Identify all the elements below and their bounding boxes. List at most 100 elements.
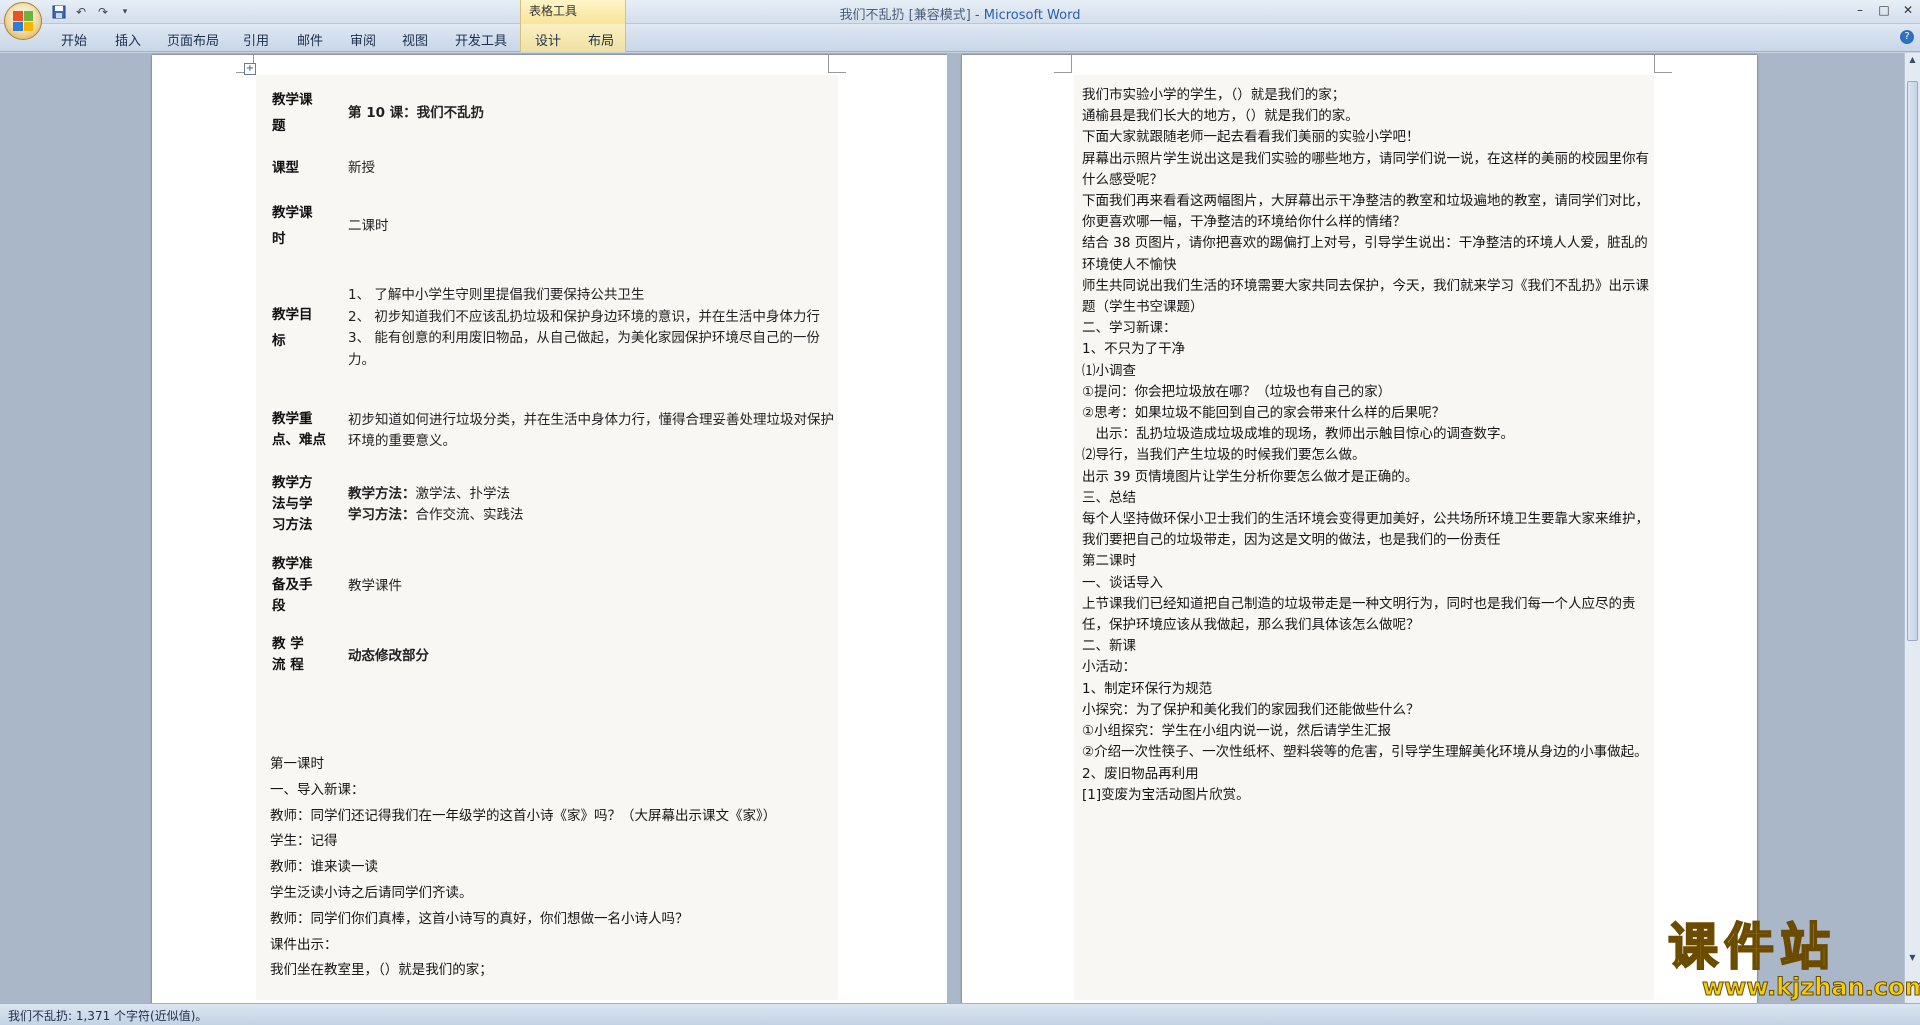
table-row: 教学准备及手段 教学课件 — [270, 545, 840, 627]
margin-corner-mark — [828, 55, 846, 73]
method-text: 激学法、扑学法 — [415, 485, 511, 502]
body-line: 教师：谁来读一读 — [270, 859, 378, 876]
close-icon[interactable]: ✕ — [1896, 0, 1920, 20]
row-key: 课型 — [272, 160, 299, 176]
row-key: 教 学 流 程 — [272, 636, 304, 673]
table-value-cell[interactable]: 二课时 — [348, 193, 840, 259]
customize-qat-icon[interactable]: ▾ — [116, 3, 134, 21]
tab-developer[interactable]: 开发工具 — [455, 30, 507, 49]
context-tab-group: 表格工具 — [520, 0, 626, 24]
watermark-logo: 课件站 www.kjzhan.com — [1667, 918, 1920, 1008]
ribbon-tabs: 开始 插入 页面布局 引用 邮件 审阅 视图 开发工具 设计 布局 ? — [0, 24, 1920, 52]
body-line: 小探究：为了保护和美化我们的家园我们还能做些什么？ — [1082, 701, 1420, 718]
body-line: ②思考：如果垃圾不能回到自己的家会带来什么样的后果呢？ — [1082, 405, 1446, 422]
method-text: 合作交流、实践法 — [415, 507, 524, 523]
row-key: 教学准备及手段 — [272, 555, 313, 614]
table-key-cell[interactable]: 教学目标 — [270, 259, 348, 397]
body-line: 课件出示： — [270, 936, 338, 953]
row-value: 新授 — [348, 160, 375, 176]
tab-mailings[interactable]: 邮件 — [297, 30, 323, 49]
window-title: 我们不乱扔 [兼容模式] - Microsoft Word — [0, 4, 1920, 23]
body-line: [1]变废为宝活动图片欣赏。 — [1082, 786, 1250, 803]
body-line: 2、废旧物品再利用 — [1082, 765, 1199, 782]
body-line: 我们市实验小学的学生，（）就是我们的家； — [1082, 87, 1346, 103]
body-line: 第二课时 — [1082, 553, 1136, 570]
body-line: 小活动： — [1082, 659, 1136, 676]
table-key-cell[interactable]: 课型 — [270, 143, 348, 193]
vertical-scrollbar[interactable]: ▲ ▼ — [1904, 53, 1920, 1003]
redo-icon[interactable]: ↷ — [94, 3, 112, 21]
row-key: 教学课时 — [272, 205, 313, 247]
document-workspace: + 教学课题 第 10 课：我们不乱扔 课型 新授 教学课时 二课时 教学目标 … — [0, 53, 1904, 1015]
status-bar: 我们不乱扔: 1,371 个字符(近似值)。 — [0, 1003, 1920, 1025]
maximize-icon[interactable]: □ — [1872, 0, 1896, 20]
window-controls: – □ ✕ — [1848, 0, 1920, 20]
body-line: ①提问：你会把垃圾放在哪？（垃圾也有自己的家） — [1082, 383, 1392, 400]
document-title: 我们不乱扔 [兼容模式] - — [839, 8, 984, 23]
row-key: 教学目标 — [272, 307, 313, 349]
objective-line: 2、 初步知道我们不应该乱扔垃圾和保护身边环境的意识，并在生活中身体力行 — [348, 308, 820, 325]
table-row: 教学方法与学习方法 教学方法：激学法、扑学法 学习方法：合作交流、实践法 — [270, 465, 840, 545]
scroll-up-icon[interactable]: ▲ — [1907, 55, 1918, 67]
table-row: 教学课题 第 10 课：我们不乱扔 — [270, 83, 840, 143]
table-row: 教学重点、难点 初步知道如何进行垃圾分类，并在生活中身体力行，懂得合理妥善处理垃… — [270, 397, 840, 465]
method-line: 学习方法：合作交流、实践法 — [348, 505, 840, 527]
tab-review[interactable]: 审阅 — [350, 30, 376, 49]
office-button-icon[interactable] — [4, 2, 42, 40]
body-line: 二、新课 — [1082, 638, 1136, 655]
body-line: ②介绍一次性筷子、一次性纸杯、塑料袋等的危害，引导学生理解美化环境从身边的小事做… — [1082, 744, 1648, 761]
table-value-cell[interactable]: 动态修改部分 — [348, 627, 840, 685]
table-row: 课型 新授 — [270, 143, 840, 193]
body-line: 下面大家就跟随老师一起去看看我们美丽的实验小学吧！ — [1082, 129, 1420, 146]
undo-icon[interactable]: ↶ — [72, 3, 90, 21]
tab-view[interactable]: 视图 — [402, 30, 428, 49]
table-value-cell[interactable]: 教学方法：激学法、扑学法 学习方法：合作交流、实践法 — [348, 465, 840, 545]
table-key-cell[interactable]: 教学准备及手段 — [270, 545, 348, 627]
tab-table-layout[interactable]: 布局 — [588, 30, 614, 49]
margin-corner-mark — [1654, 55, 1672, 73]
watermark-text: 课件站 — [1667, 918, 1836, 976]
body-line: 下面我们再来看看这两幅图片，大屏幕出示干净整洁的教室和垃圾遍地的教室，请同学们对… — [1082, 193, 1649, 231]
row-key: 教学方法与学习方法 — [272, 474, 313, 533]
objective-line: 3、 能有创意的利用废旧物品，从自己做起，为美化家园保护环境尽自己的一份力。 — [348, 330, 820, 368]
body-line: 一、导入新课： — [270, 781, 365, 798]
tab-insert[interactable]: 插入 — [115, 30, 141, 49]
body-line: 第一课时 — [270, 756, 324, 772]
tab-references[interactable]: 引用 — [243, 30, 269, 49]
quick-access-toolbar: ↶ ↷ ▾ — [50, 3, 134, 21]
page-left[interactable]: + 教学课题 第 10 课：我们不乱扔 课型 新授 教学课时 二课时 教学目标 … — [152, 55, 947, 1015]
row-value: 动态修改部分 — [348, 648, 429, 664]
scrollbar-thumb[interactable] — [1907, 81, 1918, 641]
help-icon[interactable]: ? — [1900, 30, 1914, 44]
row-value: 第 10 课：我们不乱扔 — [348, 105, 485, 121]
table-key-cell[interactable]: 教学重点、难点 — [270, 397, 348, 465]
tab-page-layout[interactable]: 页面布局 — [167, 30, 219, 49]
word-count-status[interactable]: 我们不乱扔: 1,371 个字符(近似值)。 — [8, 1009, 207, 1023]
table-value-cell[interactable]: 教学课件 — [348, 545, 840, 627]
row-key: 教学重点、难点 — [272, 411, 326, 448]
body-line: 教师：同学们还记得我们在一年级学的这首小诗《家》吗？（大屏幕出示课文《家》） — [270, 807, 777, 824]
left-page-body[interactable]: 第一课时 一、导入新课： 教师：同学们还记得我们在一年级学的这首小诗《家》吗？（… — [270, 752, 840, 984]
row-value: 二课时 — [348, 218, 389, 234]
page-right[interactable]: 我们市实验小学的学生，（）就是我们的家； 通榆县是我们长大的地方，（）就是我们的… — [962, 55, 1757, 1015]
scroll-down-icon[interactable]: ▼ — [1907, 953, 1918, 965]
body-line: ⑵导行，当我们产生垃圾的时候我们要怎么做。 — [1082, 447, 1366, 464]
table-key-cell[interactable]: 教 学 流 程 — [270, 627, 348, 685]
table-key-cell[interactable]: 教学课题 — [270, 83, 348, 143]
table-key-cell[interactable]: 教学方法与学习方法 — [270, 465, 348, 545]
tab-home[interactable]: 开始 — [61, 30, 87, 49]
body-line: 1、制定环保行为规范 — [1082, 680, 1213, 697]
table-value-cell[interactable]: 新授 — [348, 143, 840, 193]
table-key-cell[interactable]: 教学课时 — [270, 193, 348, 259]
right-page-body[interactable]: 我们市实验小学的学生，（）就是我们的家； 通榆县是我们长大的地方，（）就是我们的… — [1082, 85, 1652, 806]
body-line: 通榆县是我们长大的地方，（）就是我们的家。 — [1082, 108, 1359, 125]
table-move-handle-icon[interactable]: + — [244, 63, 256, 75]
save-icon[interactable] — [50, 3, 68, 21]
minimize-icon[interactable]: – — [1848, 0, 1872, 20]
table-value-cell[interactable]: 初步知道如何进行垃圾分类，并在生活中身体力行，懂得合理妥善处理垃圾对保护环境的重… — [348, 397, 840, 465]
tab-table-design[interactable]: 设计 — [535, 30, 561, 49]
body-line: 屏幕出示照片学生说出这是我们实验的哪些地方，请同学们说一说，在这样的美丽的校园里… — [1082, 150, 1649, 188]
table-value-cell[interactable]: 1、 了解中小学生守则里提倡我们要保持公共卫生 2、 初步知道我们不应该乱扔垃圾… — [348, 259, 840, 397]
title-bar: 我们不乱扔 [兼容模式] - Microsoft Word 表格工具 ↶ ↷ ▾… — [0, 0, 1920, 24]
table-value-cell[interactable]: 第 10 课：我们不乱扔 — [348, 83, 840, 143]
